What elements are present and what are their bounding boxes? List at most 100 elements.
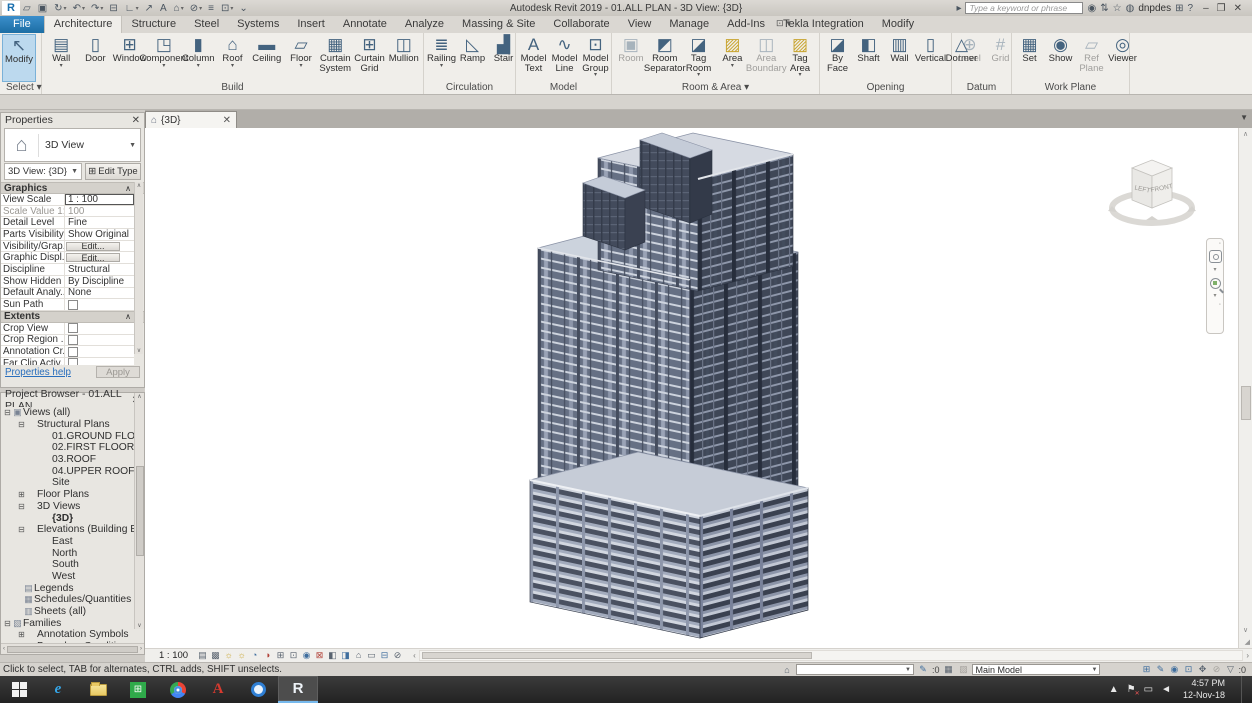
- expander-icon[interactable]: ⊟: [17, 525, 26, 534]
- tree-item-label[interactable]: {3D}: [52, 513, 73, 524]
- tab-list-icon[interactable]: ▼: [1240, 113, 1248, 122]
- property-row[interactable]: Default Analy... None: [1, 287, 134, 300]
- scroll-thumb[interactable]: [135, 466, 144, 556]
- design-option-combo[interactable]: Main Model ▼: [972, 664, 1101, 675]
- property-row[interactable]: View Scale 1 : 100: [1, 194, 134, 206]
- scroll-thumb[interactable]: [421, 652, 812, 659]
- signin-icon[interactable]: ⇅: [1100, 3, 1108, 14]
- browser-hscrollbar[interactable]: ‹ ›: [1, 643, 144, 654]
- ribbon-button[interactable]: ▣ Room: [614, 34, 648, 82]
- apply-button[interactable]: Apply: [96, 366, 140, 379]
- ribbon-button[interactable]: ◪ Tag Room ▾: [682, 34, 716, 82]
- property-row[interactable]: Visibility/Grap... Edit...: [1, 240, 134, 253]
- taskbar-autocad[interactable]: A: [198, 676, 238, 703]
- qat-icon[interactable]: ⌄: [236, 3, 251, 14]
- property-row[interactable]: Sun Path: [1, 299, 134, 311]
- qat-icon[interactable]: ▣: [35, 3, 51, 14]
- close-icon[interactable]: ✕: [132, 115, 140, 126]
- view-control-icon[interactable]: ⊠: [313, 650, 326, 661]
- tree-item-label[interactable]: Families: [23, 618, 61, 629]
- type-selector[interactable]: ⌂ 3D View ▼: [4, 128, 141, 162]
- view-control-icon[interactable]: ◔: [248, 650, 261, 661]
- ribbon-button[interactable]: ▱ Ref Plane: [1076, 34, 1107, 82]
- tree-item-label[interactable]: 04.UPPER ROOF: [52, 466, 134, 477]
- view-control-icon[interactable]: ☼: [235, 650, 248, 661]
- editing-requests-icon[interactable]: ✎: [917, 664, 929, 675]
- expander-icon[interactable]: ⊟: [17, 502, 26, 511]
- property-value[interactable]: Edit...: [66, 253, 120, 263]
- ribbon-button[interactable]: ◺ Ramp: [457, 34, 488, 82]
- drawing-canvas[interactable]: LEFT FRONT ◦ ▾ ▾ ◦: [145, 128, 1238, 648]
- tree-item-label[interactable]: Boundary Conditions: [37, 641, 133, 643]
- property-row[interactable]: Graphic Displ... Edit...: [1, 252, 134, 265]
- project-browser-header[interactable]: Project Browser - 01.ALL PLAN ✕: [1, 388, 144, 412]
- property-row[interactable]: Show Hidden ... By Discipline: [1, 275, 134, 288]
- browser-vscrollbar[interactable]: ∧ ∨: [134, 393, 144, 629]
- property-row[interactable]: Detail Level Fine: [1, 217, 134, 230]
- expander-icon[interactable]: ⊟: [3, 408, 12, 417]
- tree-item[interactable]: ⊟ ▣ Views (all): [1, 407, 144, 419]
- tree-item-label[interactable]: Annotation Symbols: [37, 629, 129, 640]
- qat-icon[interactable]: ⊡ ▾: [218, 3, 236, 14]
- ribbon-button[interactable]: ⌂ Roof ▾: [215, 34, 249, 82]
- tree-item-label[interactable]: Sheets (all): [34, 606, 86, 617]
- ribbon-tab[interactable]: Collaborate: [544, 16, 618, 33]
- view-control-icon[interactable]: ⊟: [378, 650, 391, 661]
- taskbar-revit[interactable]: R: [278, 676, 318, 703]
- scroll-up-icon[interactable]: ∧: [137, 393, 141, 400]
- filter-icon[interactable]: ▽: [1224, 664, 1236, 675]
- ribbon-tab[interactable]: Systems: [228, 16, 288, 33]
- volume-icon[interactable]: ◄: [1161, 684, 1171, 695]
- taskbar-app-blue[interactable]: [238, 676, 278, 703]
- viewcube[interactable]: LEFT FRONT: [1100, 150, 1210, 240]
- zoom-icon[interactable]: [1209, 278, 1221, 289]
- scroll-left-icon[interactable]: ‹: [3, 646, 5, 652]
- qat-icon[interactable]: ↷ ▾: [88, 3, 106, 14]
- ribbon-button[interactable]: ↖ Modify: [2, 34, 36, 82]
- qat-icon[interactable]: ⊘ ▾: [187, 3, 205, 14]
- selection-toggle-icon[interactable]: ⊞: [1140, 664, 1152, 675]
- view-control-icon[interactable]: ⊡: [287, 650, 300, 661]
- steering-wheel-icon[interactable]: [1208, 250, 1222, 263]
- search-input[interactable]: Type a keyword or phrase: [965, 2, 1084, 14]
- ribbon-button[interactable]: ⊡ Model Group ▾: [580, 34, 611, 82]
- ribbon-tab[interactable]: Add-Ins: [718, 16, 774, 33]
- ribbon-tab[interactable]: Structure: [122, 16, 185, 33]
- tree-item[interactable]: Site: [1, 477, 144, 489]
- design-options-icon[interactable]: ▨: [957, 664, 969, 675]
- tree-item[interactable]: East: [1, 536, 144, 548]
- section-extents[interactable]: Extents ∧: [1, 310, 144, 323]
- restore-button[interactable]: ❐: [1217, 3, 1226, 14]
- tree-item-label[interactable]: Floor Plans: [37, 489, 89, 500]
- ribbon-button[interactable]: ◫ Area Boundary: [746, 34, 787, 82]
- scroll-right-icon[interactable]: ›: [140, 646, 142, 652]
- navigation-bar[interactable]: ◦ ▾ ▾ ◦: [1206, 238, 1224, 334]
- scroll-down-icon[interactable]: ∨: [137, 347, 141, 354]
- ribbon-tab[interactable]: Modify: [873, 16, 923, 33]
- view-control-icon[interactable]: ▭: [365, 650, 378, 661]
- ribbon-button[interactable]: ▬ Ceiling: [250, 34, 284, 82]
- properties-help-link[interactable]: Properties help: [5, 367, 71, 378]
- tree-item-label[interactable]: Structural Plans: [37, 419, 110, 430]
- tree-item-label[interactable]: Views (all): [23, 407, 70, 418]
- search-icon[interactable]: ◉: [1087, 3, 1096, 14]
- chevron-down-icon[interactable]: ▼: [129, 142, 140, 149]
- canvas-hscrollbar[interactable]: ‹ ›: [410, 649, 1252, 662]
- tree-item[interactable]: ⊟ ▧ Families: [1, 617, 144, 629]
- section-graphics[interactable]: Graphics ∧: [1, 182, 144, 194]
- active-workset-combo[interactable]: ▼: [795, 664, 914, 675]
- tree-item[interactable]: 01.GROUND FLOOR: [1, 430, 144, 442]
- tree-item[interactable]: ⊟ 3D Views: [1, 501, 144, 513]
- property-value[interactable]: [65, 358, 134, 365]
- taskbar-clock[interactable]: 4:57 PM 12-Nov-18: [1179, 678, 1233, 701]
- username[interactable]: dnpdes: [1138, 3, 1171, 14]
- property-value[interactable]: Structural: [65, 264, 134, 275]
- tray-expand-icon[interactable]: ▲: [1109, 684, 1119, 695]
- ribbon-button[interactable]: ▮ Column ▾: [181, 34, 215, 82]
- tree-item-label[interactable]: 3D Views: [37, 501, 80, 512]
- property-value[interactable]: 1 : 100: [65, 194, 134, 205]
- ribbon-button[interactable]: ◳ Component ▾: [139, 34, 188, 82]
- property-value[interactable]: None: [65, 288, 134, 299]
- property-value[interactable]: Fine: [65, 217, 134, 228]
- tree-item-label[interactable]: 03.ROOF: [52, 454, 96, 465]
